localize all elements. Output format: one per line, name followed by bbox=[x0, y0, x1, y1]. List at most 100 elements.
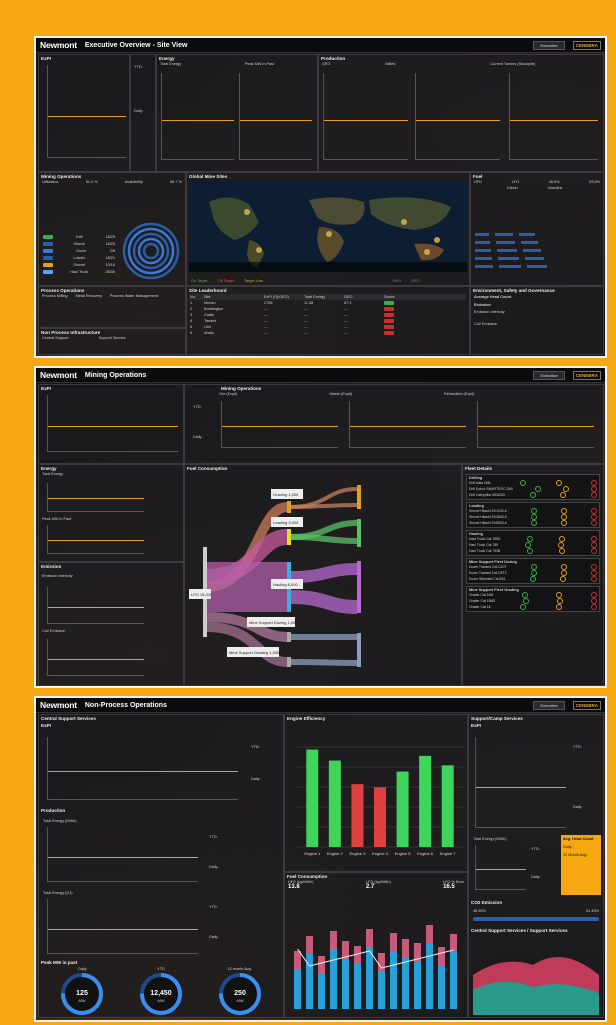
non-process-operations-screen: Newmont Non-Process Operations Executive… bbox=[34, 696, 607, 1022]
co2-emission-label: Co2 Emission bbox=[474, 322, 498, 326]
leaderboard-cell: 11.38 bbox=[304, 301, 314, 305]
leaderboard-cell: --- bbox=[304, 319, 308, 323]
lfo-value: 2.7 bbox=[365, 884, 375, 890]
engine-efficiency-panel: Engine Efficiency Engine 1 Engine 2 Engine… bbox=[284, 714, 468, 872]
lfo-burn-value: 16.5 bbox=[443, 884, 455, 890]
leaderboard-cell: 3 bbox=[190, 313, 193, 317]
support-daily-label-2: Daily: bbox=[531, 875, 541, 879]
esg-panel: Environment, Safety and Governance Avera… bbox=[470, 286, 604, 355]
status-dot-icon bbox=[560, 492, 567, 498]
leaderboard-cell: 5 bbox=[190, 325, 193, 329]
leaderboard-cell: --- bbox=[264, 307, 268, 311]
fleet-color-swatch bbox=[43, 235, 53, 239]
fleet-details-title: Fleet Details bbox=[465, 466, 493, 471]
fleet-detail-row[interactable]: Drill Caterpillar MD6250 bbox=[469, 492, 597, 498]
leaderboard-panel: Site Leaderboard No. Site ExPI (Gj/GEO) Tot… bbox=[186, 286, 470, 355]
peak-mw-chart bbox=[239, 73, 312, 160]
fuel-bar-hfo bbox=[330, 949, 337, 1009]
engine-tick-label: Engine 2 bbox=[327, 851, 344, 856]
fleet-detail-row[interactable]: Haul Truck Cat 793B bbox=[469, 548, 597, 554]
leaderboard-header-cell: ExPI (Gj/GEO) bbox=[264, 295, 289, 299]
ore-chart bbox=[221, 401, 338, 448]
total-energy-label: Total Energy bbox=[160, 62, 182, 66]
status-dot-icon bbox=[591, 604, 597, 610]
emission-title: Emission bbox=[41, 564, 62, 569]
leaderboard-cell: --- bbox=[304, 313, 308, 317]
role-selector[interactable]: Executive bbox=[533, 370, 565, 380]
fuel-bar bbox=[475, 249, 491, 252]
production-title: Production bbox=[321, 56, 346, 61]
engine-bar bbox=[328, 760, 341, 847]
role-selector[interactable]: Executive bbox=[533, 40, 565, 50]
sankey-lfo-node: LFO 15,000 bbox=[191, 592, 213, 597]
avg-head-label: Avg. Head Count bbox=[563, 837, 594, 841]
fleet-name: Shovel bbox=[73, 242, 86, 246]
fleet-detail-row[interactable]: Grader Cat 18 bbox=[469, 604, 597, 610]
leaderboard-cell: Tanami bbox=[204, 319, 217, 323]
fuel-bar bbox=[475, 233, 489, 236]
gauge-ring: 12,450MW bbox=[139, 973, 182, 1015]
fuel-bar bbox=[497, 249, 517, 252]
ytd-label: YTD: bbox=[134, 65, 143, 69]
ytd-label-2: YTD: bbox=[209, 835, 218, 839]
leaderboard-cell: --- bbox=[304, 325, 308, 329]
fleet-list: Drill 18/25 Shovel 18/25 Dozer 2/8 Loader 18/21… bbox=[43, 235, 115, 277]
fuel-bar bbox=[527, 265, 547, 268]
page-title: Mining Operations bbox=[84, 371, 147, 379]
support-ytd-label: YTD: bbox=[573, 745, 582, 749]
engine-efficiency-chart: Engine 1 Engine 2 Engine 3 Engine 4 Engine 5… bbox=[297, 746, 465, 856]
leaderboard-cell: 1 bbox=[190, 301, 193, 305]
fuel-bars bbox=[475, 233, 599, 273]
role-selector[interactable]: Executive bbox=[533, 700, 565, 710]
peak-mw-gauge: YTD 12,450 MW bbox=[138, 967, 184, 1020]
fleet-row: Loader 18/21 bbox=[43, 256, 115, 260]
rehandled-chart bbox=[477, 401, 594, 448]
lfo-label: LFO bbox=[511, 180, 520, 184]
availability-label: Availability bbox=[124, 180, 143, 184]
newmont-logo: Newmont bbox=[40, 370, 77, 380]
engine-bar bbox=[441, 765, 454, 847]
support-camp-title: Support/Camp Services bbox=[471, 716, 523, 721]
status-dot-icon bbox=[534, 486, 541, 492]
fleet-unit-name: Shovel Hitachi EX3600-6 bbox=[469, 515, 507, 519]
fuel-bar-lfo bbox=[402, 939, 409, 957]
header-bar: Newmont Non-Process Operations Executive… bbox=[36, 698, 605, 713]
fleet-unit-name: Dozer Tracked Cat D10T bbox=[469, 565, 507, 569]
engine-tick-label: Engine 4 bbox=[372, 851, 389, 856]
fuel-bar bbox=[525, 257, 544, 260]
metal-recovery-label: Metal Recovery bbox=[75, 294, 102, 298]
peak-mw-title: Peak MW in past bbox=[41, 960, 78, 965]
fuel-bar bbox=[521, 241, 538, 244]
avg-head-12m: 12 Month Avg.: bbox=[563, 853, 589, 857]
fleet-row: Drill 18/25 bbox=[43, 235, 115, 239]
co2-emission-chart bbox=[47, 639, 144, 676]
fuel-title: Fuel bbox=[473, 174, 483, 179]
leaderboard-cell: --- bbox=[264, 331, 268, 335]
energy-panel: Energy Total Energy Peak MW in Past bbox=[156, 54, 318, 172]
leaderboard-cell: --- bbox=[344, 331, 348, 335]
fleet-unit-name: Dozer Tracked Cat D9T2 bbox=[469, 571, 507, 575]
leaderboard-cell: Cadia bbox=[204, 313, 214, 317]
leaderboard-row[interactable]: 6 Ahafo --- --- --- bbox=[190, 330, 466, 336]
leaderboard-cell: Boddington bbox=[204, 307, 224, 311]
status-dot-icon bbox=[560, 520, 567, 526]
leaderboard-cell: Lihir bbox=[204, 325, 212, 329]
status-dot-icon bbox=[555, 604, 562, 610]
fuel-bar bbox=[475, 241, 490, 244]
gauge-value: 250 bbox=[234, 990, 246, 997]
process-ops-title: Process Operations bbox=[41, 288, 85, 293]
fleet-name: Shovel bbox=[73, 263, 86, 267]
leaderboard-cell: --- bbox=[304, 307, 308, 311]
fleet-detail-row[interactable]: Dozer Wheeled Cat 834 bbox=[469, 576, 597, 582]
newmont-logo: Newmont bbox=[40, 40, 77, 50]
lfo-pct: 46.5% bbox=[548, 180, 560, 184]
total-energy-mwh-chart bbox=[47, 827, 198, 882]
fleet-name: Dozer bbox=[76, 249, 87, 253]
fuel-bar-row bbox=[475, 265, 599, 268]
energy-title: Energy bbox=[159, 56, 175, 61]
fuel-bar-hfo bbox=[414, 961, 421, 1009]
fleet-detail-row[interactable]: Shovel Hitachi EX5600-6 bbox=[469, 520, 597, 526]
fleet-color-swatch bbox=[43, 249, 53, 253]
fleet-unit-name: Drill Caterpillar MD6250 bbox=[469, 493, 505, 497]
hfo-label: HFO bbox=[474, 180, 483, 184]
